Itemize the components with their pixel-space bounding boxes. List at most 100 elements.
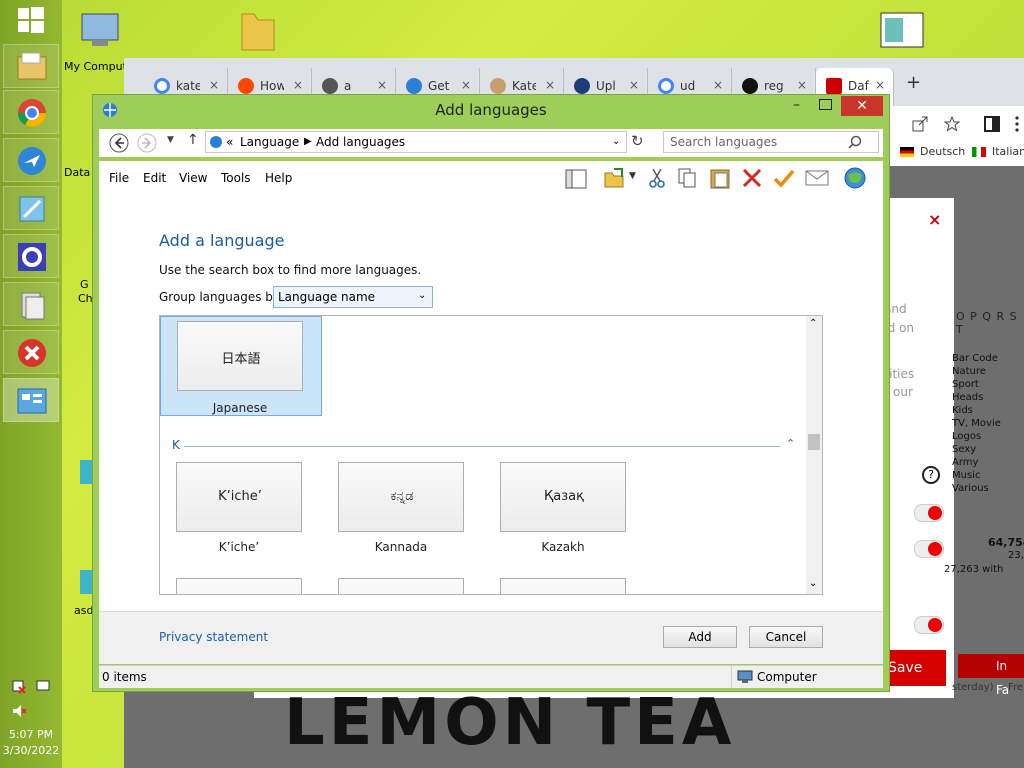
taskbar-app-notes[interactable] — [3, 186, 59, 230]
category-item[interactable]: Bar Code — [952, 352, 1022, 365]
window-app-icon[interactable] — [880, 12, 926, 52]
cut-icon[interactable] — [647, 167, 667, 189]
folder-icon[interactable] — [238, 6, 278, 52]
chevron-down-icon[interactable]: ⌄ — [612, 136, 620, 147]
add-button[interactable]: Add — [663, 626, 737, 648]
help-icon[interactable]: ? — [922, 466, 940, 484]
category-item[interactable]: Nature — [952, 365, 1022, 378]
layout-pane-icon[interactable] — [565, 169, 587, 189]
breadcrumb-item-language[interactable]: Language — [240, 135, 299, 149]
category-item[interactable]: Sport — [952, 378, 1022, 391]
vertical-scrollbar[interactable]: ⌃ ⌄ — [806, 316, 822, 594]
delete-icon[interactable] — [741, 167, 763, 189]
taskbar-app-close[interactable] — [3, 330, 59, 374]
menu-tools[interactable]: Tools — [221, 171, 251, 185]
language-tile[interactable]: ಕನ್ನಡ — [338, 462, 464, 532]
display-icon[interactable] — [36, 680, 50, 694]
close-icon[interactable]: × — [209, 78, 219, 92]
email-icon[interactable] — [805, 167, 829, 189]
desktop-icon-ch[interactable]: Ch — [78, 292, 93, 305]
checkmark-icon[interactable] — [773, 167, 795, 189]
close-icon[interactable]: × — [377, 78, 387, 92]
forward-arrow-icon[interactable] — [137, 133, 157, 153]
address-bar[interactable]: « Language ▶ Add languages ⌄ — [205, 131, 627, 153]
close-icon[interactable]: × — [545, 78, 555, 92]
bookmark-item[interactable]: Italiano — [992, 145, 1024, 158]
copy-icon[interactable] — [677, 167, 697, 189]
chevron-down-icon[interactable]: ▼ — [629, 171, 636, 181]
close-icon[interactable]: × — [713, 78, 723, 92]
privacy-statement-link[interactable]: Privacy statement — [159, 630, 268, 644]
language-tile[interactable] — [338, 578, 464, 594]
refresh-icon[interactable]: ↻ — [631, 132, 644, 150]
close-icon[interactable]: × — [293, 78, 303, 92]
clock-time[interactable]: 5:07 PM — [0, 728, 62, 741]
desktop-icon-asd[interactable]: asd — [74, 604, 93, 617]
close-icon[interactable]: × — [875, 78, 885, 92]
toggle-switch[interactable] — [914, 540, 944, 558]
taskbar-app-plane[interactable] — [3, 138, 59, 182]
close-icon[interactable]: × — [461, 78, 471, 92]
paste-icon[interactable] — [709, 167, 731, 189]
scroll-up-icon[interactable]: ⌃ — [809, 318, 817, 329]
category-item[interactable]: Music — [952, 469, 1022, 482]
scroll-down-icon[interactable]: ⌄ — [809, 578, 817, 589]
alphabet-filter[interactable]: O P Q R S T — [956, 310, 1024, 336]
clock-date[interactable]: 3/30/2022 — [0, 744, 62, 757]
taskbar-chrome[interactable] — [3, 90, 59, 134]
back-arrow-icon[interactable] — [109, 133, 129, 153]
new-tab-button[interactable]: + — [906, 72, 921, 93]
language-tile[interactable]: K’iche’ — [176, 462, 302, 532]
taskbar-settings[interactable] — [3, 234, 59, 278]
language-tile-selected[interactable]: 日本語 Japanese — [160, 316, 322, 416]
group-by-dropdown[interactable]: Language name ⌄ — [273, 286, 433, 308]
search-box[interactable]: Search languages — [663, 131, 879, 153]
category-item[interactable]: Logos — [952, 430, 1022, 443]
desktop-icon-g[interactable]: G — [80, 278, 89, 291]
desktop-icon-data[interactable]: Data — [64, 166, 90, 179]
collapse-section-icon[interactable]: ⌃ — [786, 437, 795, 450]
breadcrumb-overflow[interactable]: « — [226, 135, 233, 149]
menu-view[interactable]: View — [179, 171, 207, 185]
toggle-switch[interactable] — [914, 616, 944, 634]
close-button[interactable]: ✕ — [841, 96, 883, 116]
close-icon[interactable]: × — [629, 78, 639, 92]
taskbar-file-explorer[interactable] — [3, 44, 59, 88]
kebab-menu-icon[interactable] — [1014, 116, 1020, 132]
category-item[interactable]: TV, Movie — [952, 417, 1022, 430]
bookmark-star-icon[interactable] — [944, 116, 960, 132]
maximize-button[interactable] — [819, 99, 832, 110]
breadcrumb-item-add-languages[interactable]: Add languages — [316, 135, 405, 149]
globe-icon[interactable] — [843, 166, 867, 190]
network-error-icon[interactable] — [12, 680, 26, 694]
toggle-switch[interactable] — [914, 504, 944, 522]
window-titlebar[interactable]: Add languages – ✕ — [93, 95, 889, 125]
desktop-icon-my-computer[interactable]: My Computer — [64, 10, 138, 74]
up-arrow-icon[interactable]: ↑ — [187, 132, 199, 148]
properties-folder-icon[interactable] — [603, 167, 625, 189]
category-item[interactable]: Various — [952, 482, 1022, 495]
category-item[interactable]: Heads — [952, 391, 1022, 404]
bookmark-item[interactable]: Deutsch — [920, 145, 965, 158]
share-icon[interactable] — [912, 116, 928, 132]
minimize-button[interactable]: – — [793, 97, 800, 113]
category-item[interactable]: Kids — [952, 404, 1022, 417]
menu-file[interactable]: File — [109, 171, 129, 185]
close-icon[interactable]: × — [797, 78, 807, 92]
category-item[interactable]: Sexy — [952, 443, 1022, 456]
menu-edit[interactable]: Edit — [143, 171, 166, 185]
taskbar-control-panel[interactable] — [3, 378, 59, 422]
taskbar-app-documents[interactable] — [3, 282, 59, 326]
search-input[interactable]: Search languages — [670, 135, 777, 149]
search-icon[interactable] — [848, 135, 862, 149]
recent-locations-icon[interactable]: ▼ — [167, 135, 174, 145]
scrollbar-thumb[interactable] — [808, 434, 820, 450]
language-tile[interactable]: Қазақ — [500, 462, 626, 532]
start-button[interactable] — [0, 0, 62, 40]
language-tile[interactable] — [176, 578, 302, 594]
language-tile[interactable] — [500, 578, 626, 594]
modal-close-icon[interactable]: × — [928, 210, 941, 229]
volume-muted-icon[interactable] — [12, 704, 26, 718]
side-panel-icon[interactable] — [984, 116, 1000, 132]
cancel-button[interactable]: Cancel — [749, 626, 823, 648]
